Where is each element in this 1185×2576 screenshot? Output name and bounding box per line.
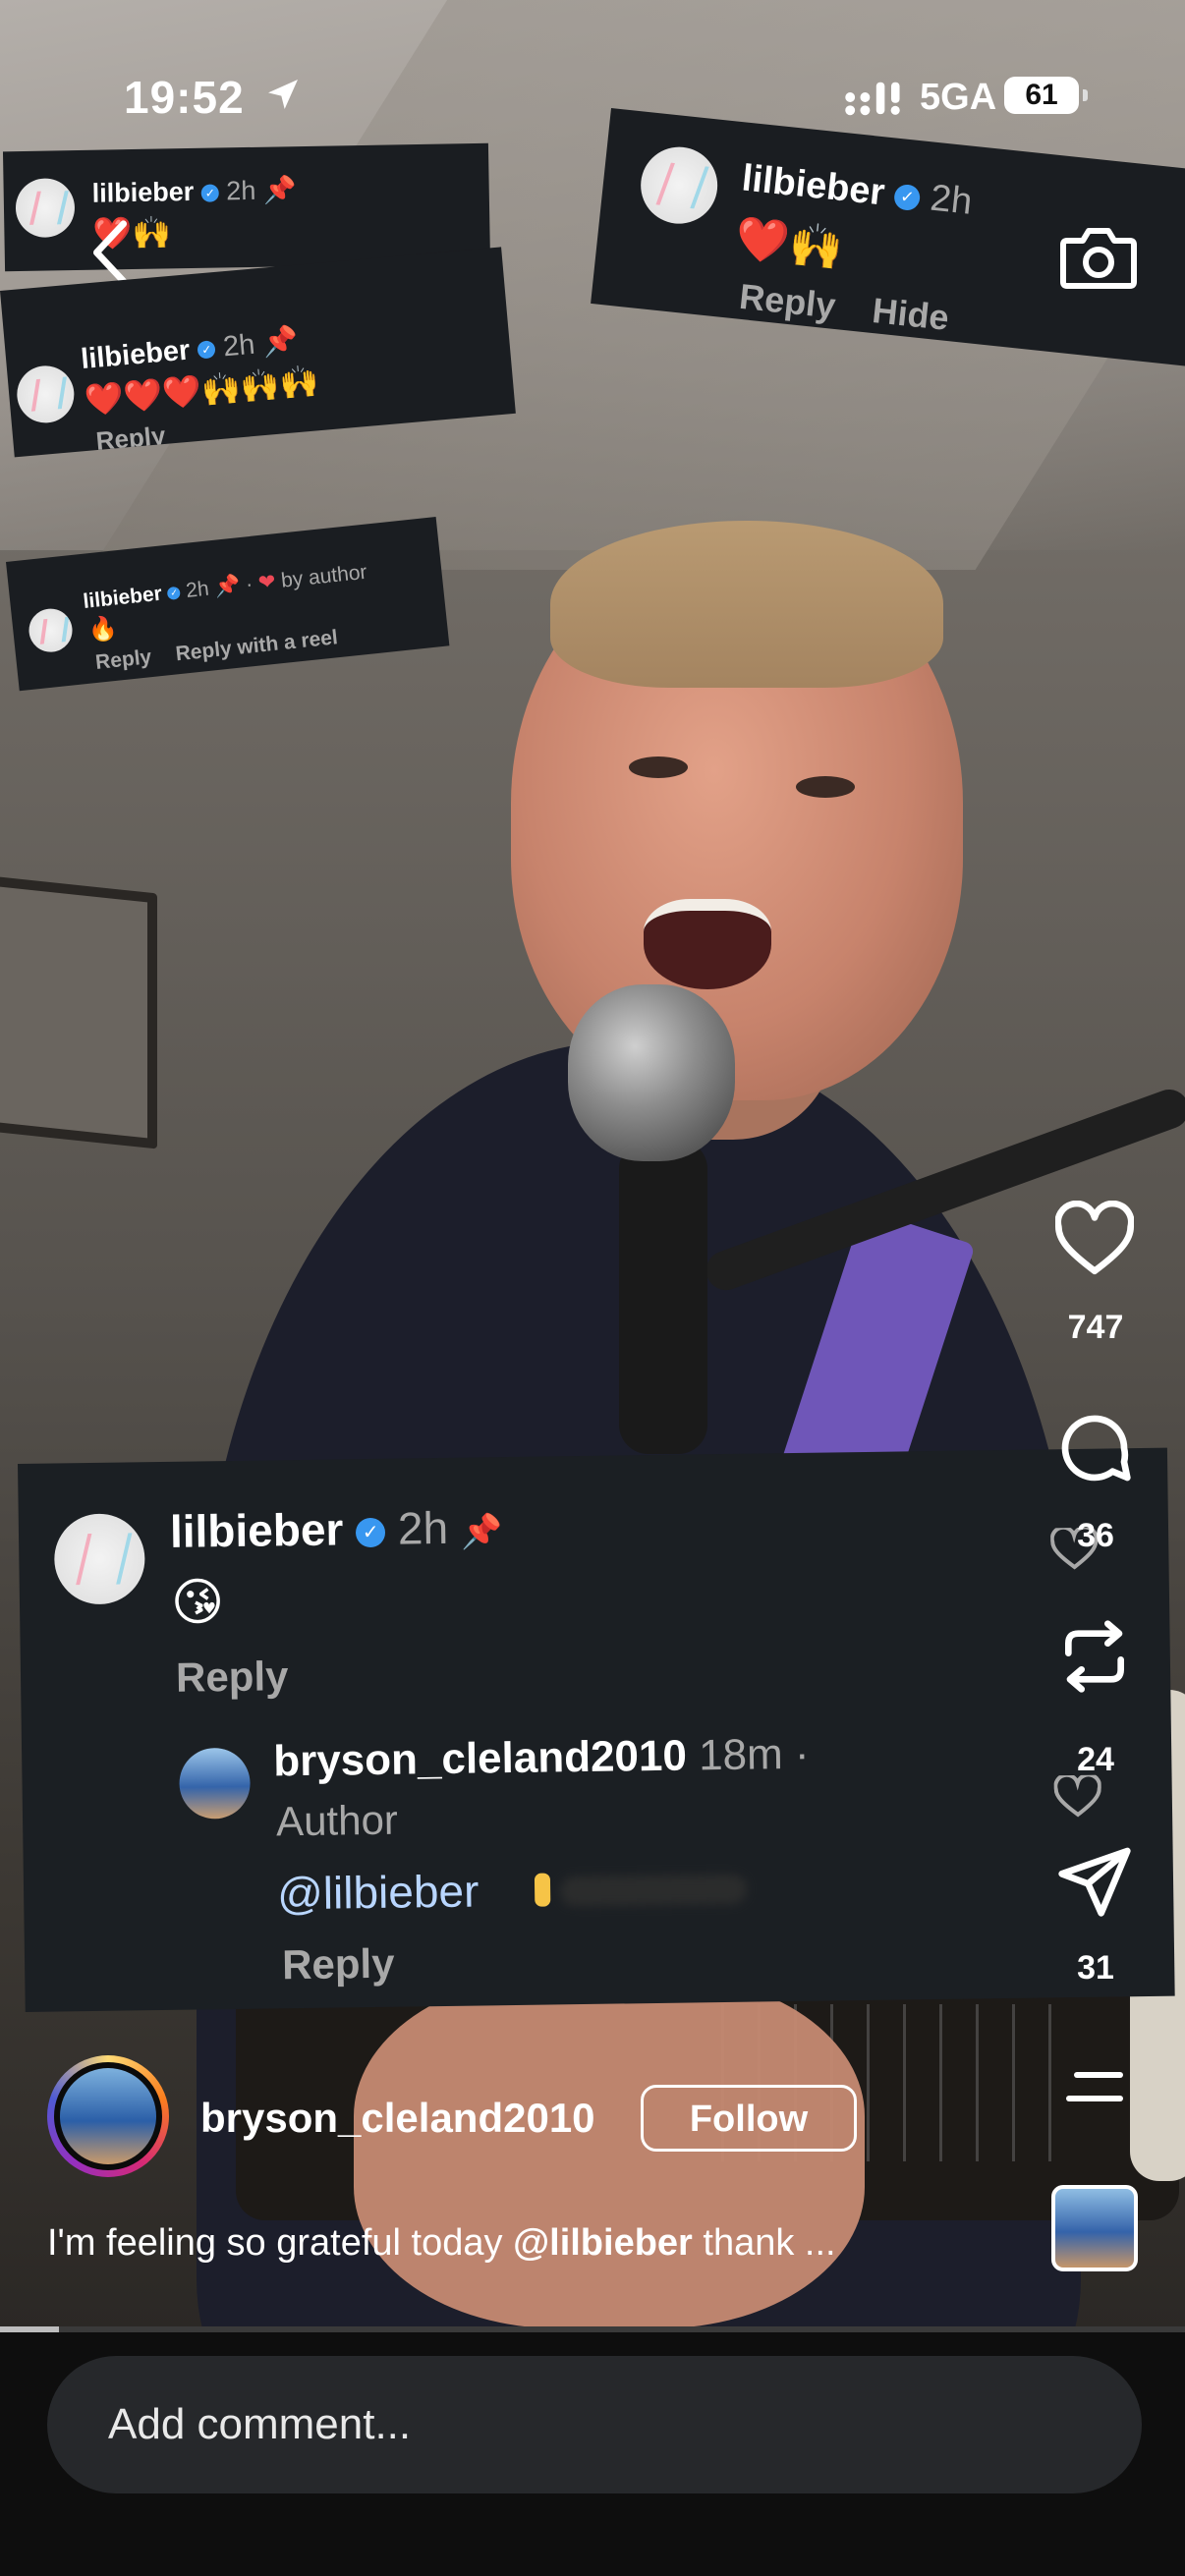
comment-emoji: 😘	[170, 1574, 225, 1632]
pin-icon: 📌	[460, 1513, 503, 1551]
add-comment-input[interactable]	[47, 2356, 1142, 2493]
caption-text-end: thank ...	[692, 2222, 836, 2264]
commenter-avatar	[14, 363, 77, 425]
pin-icon: 📌	[262, 175, 297, 205]
hand-emoji-icon	[534, 1873, 551, 1907]
singer-eye	[629, 756, 688, 778]
avatar-ring-inner	[54, 2062, 162, 2170]
comment-count: 36	[1077, 1517, 1114, 1554]
location-arrow-icon	[268, 80, 298, 109]
blurred-emojis	[559, 1874, 748, 1907]
share-count: 31	[1077, 1949, 1114, 1987]
repost-count: 24	[1077, 1741, 1114, 1778]
author-avatar[interactable]	[47, 2055, 169, 2177]
comment-time: 2h	[221, 328, 256, 364]
reply-button[interactable]: Reply	[94, 645, 152, 675]
comment-bubble-icon[interactable]	[1055, 1409, 1134, 1487]
commenter-avatar	[15, 178, 76, 239]
reply-username: bryson_cleland2010	[272, 1731, 688, 1786]
pinned-comment-card: lilbieber 2h 📌 😘 Reply bryson_cleland201…	[18, 1447, 1175, 2012]
pin-icon: 📌 ·	[213, 572, 254, 599]
strumming-hand	[354, 1975, 865, 2328]
comment-time: 2h	[928, 177, 975, 223]
reply-button[interactable]: Reply	[737, 276, 838, 327]
comment-emojis: ❤️🙌	[733, 214, 846, 274]
repost-icon[interactable]	[1055, 1617, 1134, 1696]
commenter-username: lilbieber	[82, 582, 163, 613]
more-menu-icon[interactable]	[1065, 2067, 1124, 2106]
post-caption[interactable]: I'm feeling so grateful today @lilbieber…	[47, 2222, 836, 2265]
share-send-icon[interactable]	[1055, 1841, 1134, 1920]
comment-time: 2h	[226, 175, 256, 206]
commenter-avatar	[27, 606, 75, 654]
liked-by-author-label: by author	[280, 560, 368, 592]
verified-badge-icon	[166, 586, 182, 600]
like-count: 747	[1067, 1309, 1124, 1346]
cellular-signal-icon	[845, 82, 900, 116]
commenter-username: lilbieber	[91, 176, 195, 208]
author-label: Author	[275, 1796, 399, 1845]
microphone-body	[619, 1140, 707, 1454]
commenter-avatar	[637, 142, 722, 228]
comment-time: 2h	[185, 577, 210, 602]
camera-icon[interactable]	[1059, 222, 1138, 291]
follow-button[interactable]: Follow	[641, 2085, 857, 2152]
reply-time: 18m ·	[698, 1729, 810, 1780]
verified-badge-icon	[893, 183, 922, 212]
verified-badge-icon	[200, 184, 219, 202]
reply-mention[interactable]: @lilbieber	[277, 1864, 480, 1920]
commenter-avatar	[53, 1513, 145, 1605]
verified-badge-icon	[197, 340, 217, 360]
battery-indicator: 61	[1004, 77, 1088, 114]
reply-button[interactable]: Reply	[282, 1940, 395, 1989]
reply-button[interactable]: Reply	[176, 1652, 289, 1702]
liked-heart-icon: ❤	[256, 570, 277, 595]
singer-hair	[550, 521, 943, 688]
singer-mouth	[644, 899, 771, 989]
verified-badge-icon	[355, 1517, 386, 1548]
commenter-username: lilbieber	[740, 157, 887, 214]
audio-thumbnail[interactable]	[1051, 2185, 1138, 2271]
commenter-username: lilbieber	[80, 334, 192, 376]
overlay-comment-card: lilbieber 2h 📌 ❤️🙌	[2, 142, 491, 272]
like-heart-icon[interactable]	[1055, 1201, 1134, 1279]
author-photo	[60, 2068, 156, 2164]
caption-mention[interactable]: @lilbieber	[513, 2222, 693, 2264]
caption-text: I'm feeling so grateful today	[47, 2222, 514, 2264]
reply-author-avatar	[179, 1747, 252, 1820]
comment-time: 2h	[397, 1501, 449, 1554]
network-type: 5GA	[920, 77, 997, 118]
status-time: 19:52	[124, 72, 245, 123]
pin-icon: 📌	[260, 324, 300, 360]
hide-button[interactable]: Hide	[871, 290, 951, 339]
author-username[interactable]: bryson_cleland2010	[200, 2095, 595, 2142]
comment-like-heart-icon[interactable]	[1053, 1774, 1102, 1820]
microphone-head	[568, 984, 735, 1161]
back-chevron-icon[interactable]	[90, 218, 130, 287]
comment-emojis: 🔥	[86, 614, 119, 644]
wall-picture-frame	[0, 874, 157, 1149]
singer-eye	[796, 776, 855, 798]
commenter-username: lilbieber	[169, 1503, 344, 1557]
